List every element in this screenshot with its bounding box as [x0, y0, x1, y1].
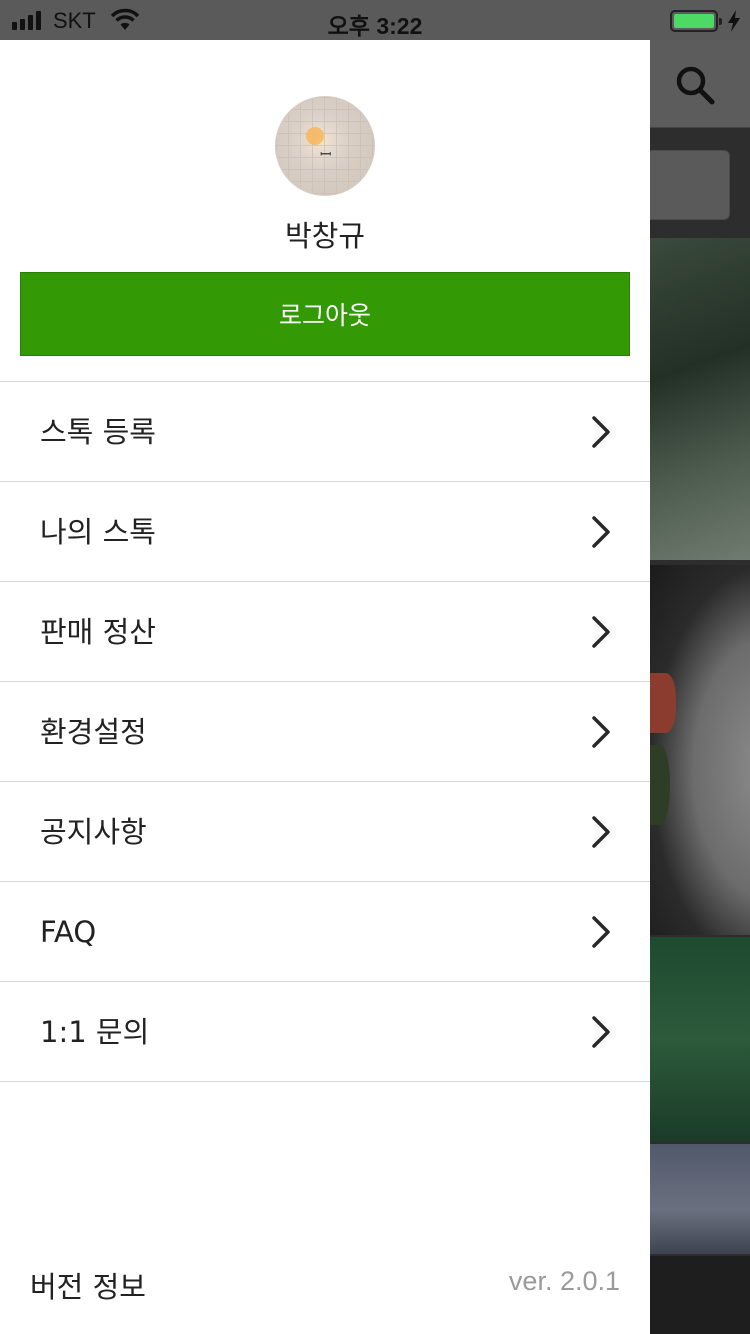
background-thumbnail: [650, 1144, 750, 1254]
background-app: [650, 40, 750, 1334]
background-thumbnail: [650, 1256, 750, 1334]
menu-item-label: FAQ: [40, 915, 97, 949]
chevron-right-icon: [592, 816, 610, 848]
menu-item-label: 공지사항: [40, 815, 147, 849]
profile-avatar[interactable]: ꟷ: [275, 96, 375, 196]
menu-item-settings[interactable]: 환경설정: [0, 682, 650, 782]
menu-item-label: 나의 스톡: [40, 515, 156, 549]
menu-item-faq[interactable]: FAQ: [0, 882, 650, 982]
chevron-right-icon: [592, 1016, 610, 1048]
search-icon[interactable]: [674, 64, 716, 110]
side-drawer: ꟷ 박창규 로그아웃 스톡 등록 나의 스톡 판매 정산 환경설정 공지사항 F…: [0, 40, 650, 1334]
version-value: ver. 2.0.1: [508, 1266, 620, 1296]
chevron-right-icon: [592, 516, 610, 548]
background-thumbnail: [650, 565, 750, 935]
chevron-right-icon: [592, 716, 610, 748]
menu-item-label: 환경설정: [40, 715, 147, 749]
profile-section: ꟷ 박창규 로그아웃: [0, 40, 650, 382]
logout-button[interactable]: 로그아웃: [20, 272, 630, 356]
chevron-right-icon: [592, 416, 610, 448]
menu-item-inquiry[interactable]: 1:1 문의: [0, 982, 650, 1082]
chevron-right-icon: [592, 616, 610, 648]
status-time: 오후 3:22: [327, 13, 423, 39]
menu-item-stock-register[interactable]: 스톡 등록: [0, 382, 650, 482]
status-bar: SKT 오후 3:22: [0, 0, 750, 40]
menu-item-notices[interactable]: 공지사항: [0, 782, 650, 882]
background-header: [650, 40, 750, 128]
menu-item-label: 스톡 등록: [40, 415, 156, 449]
drawer-menu: 스톡 등록 나의 스톡 판매 정산 환경설정 공지사항 FAQ 1:1 문의: [0, 381, 650, 1082]
battery-icon: [670, 10, 722, 32]
menu-item-label: 판매 정산: [40, 615, 156, 649]
version-info-row: 버전 정보 ver. 2.0.1: [0, 1244, 650, 1324]
chevron-right-icon: [592, 916, 610, 948]
menu-item-label: 1:1 문의: [40, 1015, 150, 1049]
charging-bolt-icon: [727, 10, 741, 36]
version-label: 버전 정보: [30, 1270, 146, 1304]
background-search-field: [650, 150, 730, 220]
menu-item-sales-settlement[interactable]: 판매 정산: [0, 582, 650, 682]
background-thumbnail: [650, 238, 750, 560]
menu-item-my-stock[interactable]: 나의 스톡: [0, 482, 650, 582]
background-thumbnail: [650, 937, 750, 1142]
user-name: 박창규: [284, 219, 366, 253]
